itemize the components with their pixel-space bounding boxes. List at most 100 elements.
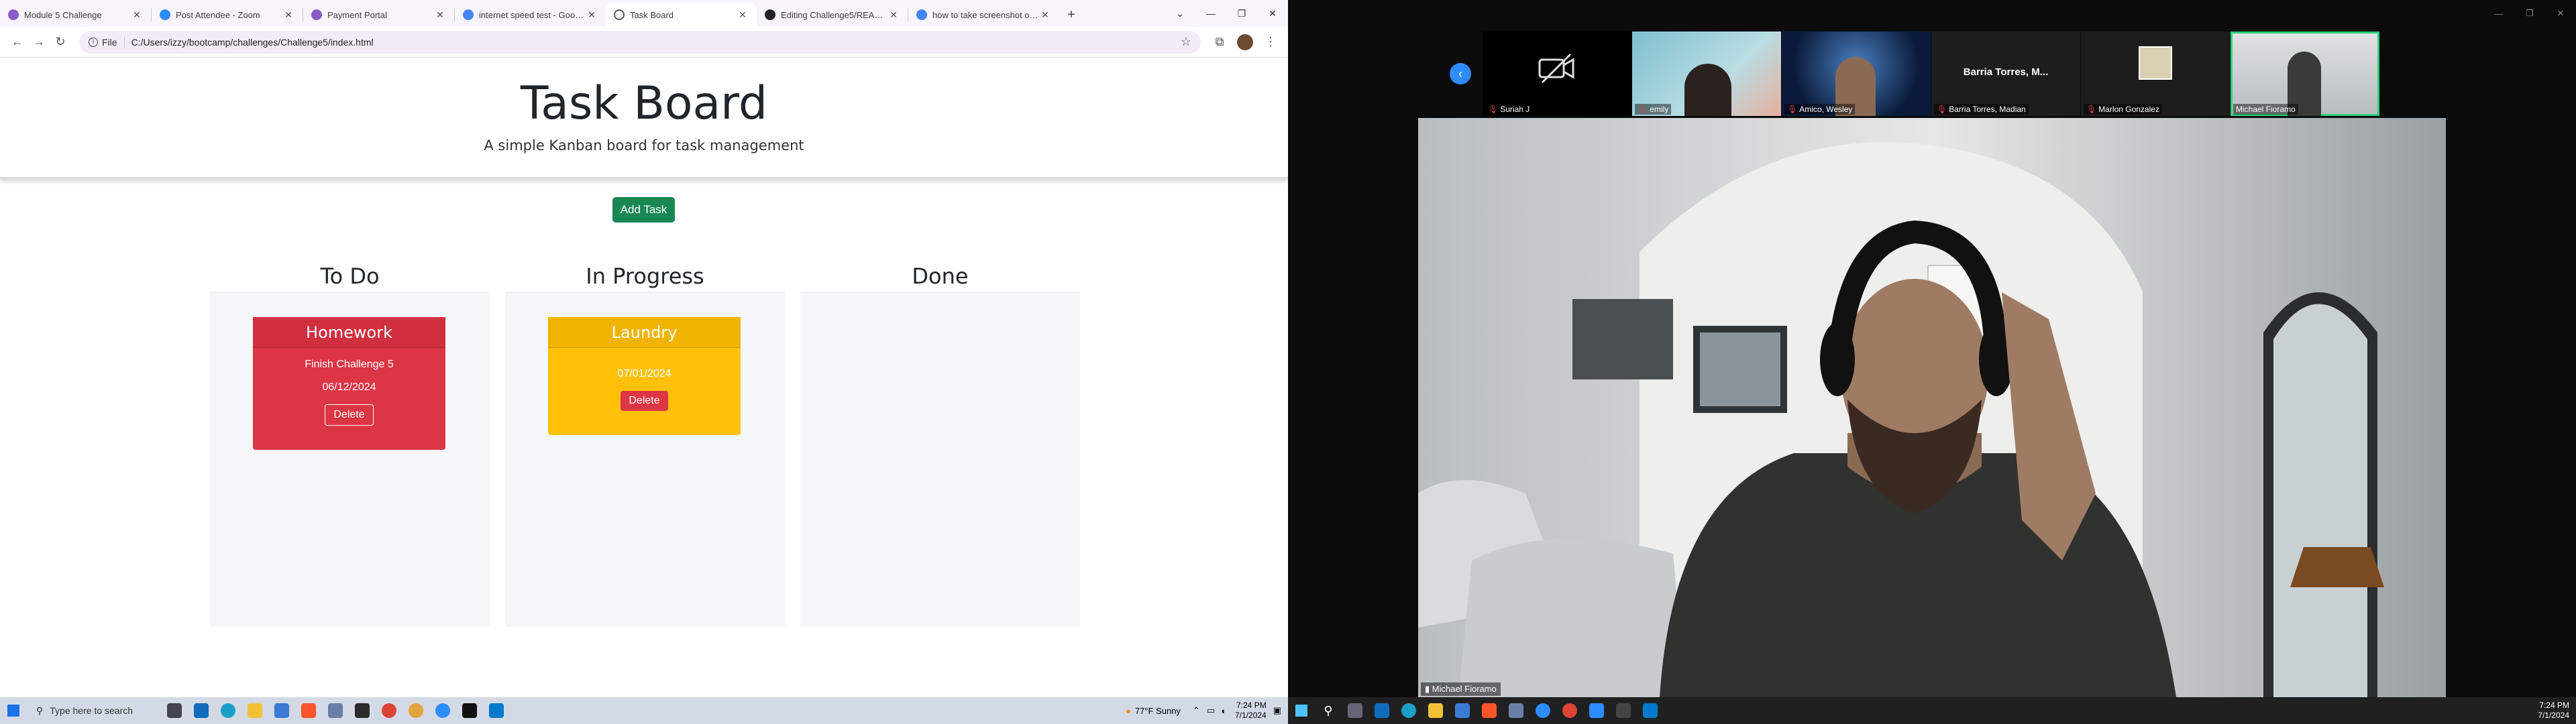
tab-editing-readme[interactable]: Editing Challenge5/README.m ✕	[757, 3, 908, 27]
participant-tile[interactable]: 🎙 Amico, Wesley	[1782, 32, 1931, 116]
tab-module5[interactable]: Module 5 Challenge ✕	[0, 3, 151, 27]
address-bar[interactable]: i File C:/Users/izzy/bootcamp/challenges/…	[79, 30, 1201, 54]
task-view-icon[interactable]	[161, 697, 188, 724]
delete-button[interactable]: Delete	[325, 404, 374, 426]
close-icon[interactable]: ✕	[586, 9, 598, 21]
restore-icon[interactable]: ❐	[1226, 0, 1257, 27]
taskbar-right: ⚲ 7:24 PM 7/1/2024	[1288, 697, 2576, 724]
scheme-label: File	[102, 36, 117, 48]
globe-icon	[614, 9, 625, 20]
task-card-laundry[interactable]: Laundry 07/01/2024 Delete	[548, 317, 741, 435]
photos-icon[interactable]	[1503, 697, 1529, 724]
taskbar-left: ⚲ Type here to search ● 77°F Sunny ⌃ ▭ ◖…	[0, 697, 1288, 724]
close-icon[interactable]: ✕	[737, 9, 749, 21]
edge-icon[interactable]	[1395, 697, 1422, 724]
url-text[interactable]: C:/Users/izzy/bootcamp/challenges/Challe…	[131, 37, 374, 48]
reload-icon[interactable]: ↻	[50, 32, 71, 53]
delete-button[interactable]: Delete	[621, 391, 668, 411]
clock-time: 7:24 PM	[1236, 701, 1267, 710]
google-icon	[463, 9, 474, 20]
chrome-icon[interactable]	[1556, 697, 1583, 724]
zoom-icon[interactable]	[429, 697, 456, 724]
chrome-profile-icon[interactable]	[402, 697, 429, 724]
page-header: Task Board A simple Kanban board for tas…	[0, 58, 1288, 179]
network-icon[interactable]: ▭	[1207, 705, 1215, 716]
profile-avatar[interactable]	[1237, 34, 1253, 50]
outlook-icon[interactable]	[1368, 697, 1395, 724]
participant-tile[interactable]: 🎙 Suriah J	[1483, 32, 1631, 116]
taskbar-search[interactable]: ⚲ Type here to search	[27, 697, 161, 724]
close-icon[interactable]: ✕	[282, 9, 294, 21]
new-tab-button[interactable]: +	[1059, 3, 1083, 27]
forward-icon[interactable]: →	[28, 32, 50, 53]
store-icon[interactable]	[1449, 697, 1476, 724]
vscode-icon[interactable]	[1637, 697, 1664, 724]
tab-task-board[interactable]: Task Board ✕	[606, 3, 757, 27]
window-controls: ⌄ — ❐ ✕	[1165, 0, 1288, 27]
tray-chevron-icon[interactable]: ⌃	[1193, 705, 1200, 716]
brave-icon[interactable]	[1476, 697, 1503, 724]
close-icon[interactable]: ✕	[888, 9, 900, 21]
github-icon	[8, 9, 19, 20]
close-icon[interactable]: ✕	[1039, 9, 1051, 21]
tab-screenshot-search[interactable]: how to take screenshot on win ✕	[908, 3, 1059, 27]
task-view-icon[interactable]	[1342, 697, 1368, 724]
close-icon[interactable]: ✕	[434, 9, 446, 21]
zoom-app-icon[interactable]	[1583, 697, 1610, 724]
clock[interactable]: 7:24 PM 7/1/2024	[2538, 701, 2569, 721]
task-card-homework[interactable]: Homework Finish Challenge 5 06/12/2024 D…	[253, 317, 445, 450]
terminal-app-icon[interactable]	[456, 697, 483, 724]
lane-in-progress[interactable]: In Progress Laundry 07/01/2024 Delete	[505, 259, 785, 627]
lane-todo[interactable]: To Do Homework Finish Challenge 5 06/12/…	[210, 259, 490, 627]
close-window-icon[interactable]: ✕	[1257, 0, 1288, 27]
close-window-icon[interactable]: ✕	[2545, 0, 2576, 27]
back-icon[interactable]: ←	[7, 32, 28, 53]
lane-done[interactable]: Done	[800, 259, 1080, 627]
search-icon: ⚲	[36, 705, 44, 716]
volume-icon[interactable]: ◖	[1220, 706, 1226, 716]
tab-payment[interactable]: Payment Portal ✕	[303, 3, 454, 27]
terminal-icon[interactable]	[349, 697, 376, 724]
search-icon[interactable]: ⚲	[1315, 697, 1342, 724]
participant-tile[interactable]: Barria Torres, M... 🎙 Barria Torres, Madi…	[1931, 32, 2080, 116]
tab-label: Module 5 Challenge	[24, 9, 102, 20]
weather-text[interactable]: 77°F Sunny	[1135, 706, 1181, 716]
participant-tile[interactable]: 🎙 Marlon Gonzalez	[2081, 32, 2230, 116]
tab-speed-test[interactable]: internet speed test - Google S ✕	[455, 3, 606, 27]
bookmark-star-icon[interactable]: ☆	[1181, 35, 1191, 49]
file-explorer-icon[interactable]	[1422, 697, 1449, 724]
right-monitor-zoom: — ❐ ✕ ‹ 🎙 Suriah J 🎙 emily 🎙 Amico, Wesley …	[1288, 0, 2576, 697]
restore-icon[interactable]: ❐	[2514, 0, 2545, 27]
windows-start-icon[interactable]	[0, 697, 27, 724]
photos-icon[interactable]	[322, 697, 349, 724]
gallery-prev-button[interactable]: ‹	[1450, 63, 1471, 84]
file-explorer-icon[interactable]	[241, 697, 268, 724]
participant-tile-active[interactable]: Michael Fioramo	[2231, 32, 2379, 116]
menu-kebab-icon[interactable]: ⋮	[1260, 32, 1281, 53]
minimize-icon[interactable]: —	[1195, 0, 1226, 27]
site-info[interactable]: i File	[89, 36, 125, 48]
zoom-icon[interactable]	[1529, 697, 1556, 724]
clock-date: 7/1/2024	[1234, 711, 1267, 720]
weather-icon: ●	[1125, 705, 1131, 716]
edge-icon[interactable]	[215, 697, 241, 724]
close-icon[interactable]: ✕	[131, 9, 143, 21]
brave-icon[interactable]	[295, 697, 322, 724]
windows-start-icon[interactable]	[1288, 697, 1315, 724]
tab-search-icon[interactable]: ⌄	[1165, 0, 1195, 27]
vscode-icon[interactable]	[483, 697, 510, 724]
extensions-icon[interactable]: ⧉	[1209, 32, 1230, 53]
tab-zoom[interactable]: Post Attendee - Zoom ✕	[152, 3, 303, 27]
add-task-button[interactable]: Add Task	[612, 197, 675, 223]
participant-tile[interactable]: 🎙 emily	[1632, 32, 1781, 116]
participant-name: 🎙 Marlon Gonzalez	[2084, 104, 2162, 115]
outlook-icon[interactable]	[188, 697, 215, 724]
chrome-icon[interactable]	[376, 697, 402, 724]
clock[interactable]: 7:24 PM 7/1/2024	[1235, 701, 1267, 721]
notification-icon[interactable]: ▣	[1273, 705, 1281, 716]
minimize-icon[interactable]: —	[2483, 0, 2514, 27]
tab-strip: Module 5 Challenge ✕ Post Attendee - Zoo…	[0, 0, 1288, 27]
terminal-icon[interactable]	[1610, 697, 1637, 724]
store-icon[interactable]	[268, 697, 295, 724]
video-off-icon	[1538, 53, 1574, 84]
